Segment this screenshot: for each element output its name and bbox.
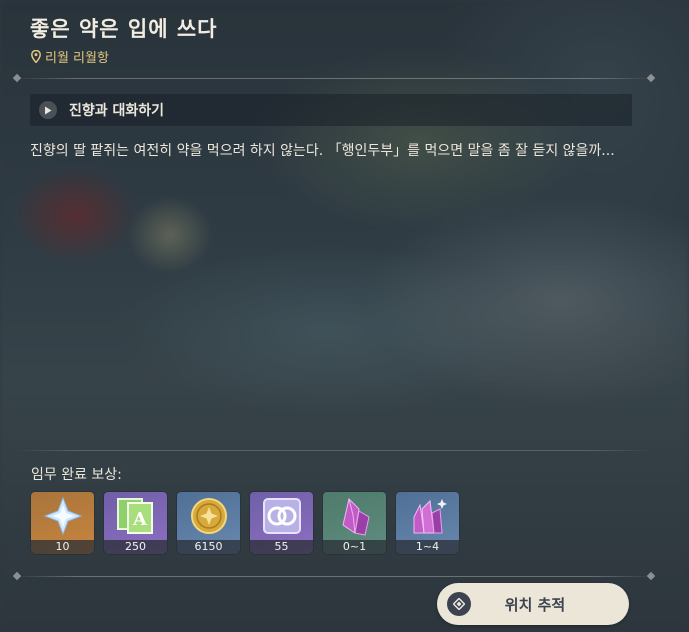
reward-count: 250 [104,540,167,554]
mora-icon [177,492,240,540]
reward-count: 55 [250,540,313,554]
objective-label: 진향과 대화하기 [69,103,165,119]
companionship-exp-icon [250,492,313,540]
reward-item[interactable]: A 250 [104,492,167,554]
reward-item[interactable]: 0~1 [323,492,386,554]
svg-text:A: A [132,509,148,530]
primogem-icon [31,492,94,540]
reward-item[interactable]: 1~4 [396,492,459,554]
divider-top [14,78,654,79]
divider-bottom [14,576,654,577]
track-location-button[interactable]: 위치 추적 [437,583,629,625]
quest-description: 진향의 딸 팥쥐는 여전히 약을 먹으려 하지 않는다. 「행인두부」를 먹으면… [30,143,615,159]
crystal-cluster-icon [396,492,459,540]
reward-count: 1~4 [396,540,459,554]
quest-location: 리월 리월항 [31,47,109,66]
rewards-list: 10 A 250 6150 55 0~1 1~4 [31,492,459,554]
reward-count: 0~1 [323,540,386,554]
play-icon [39,101,57,119]
quest-title: 좋은 약은 입에 쓰다 [30,17,218,41]
rewards-label: 임무 완료 보상: [31,467,122,483]
reward-item[interactable]: 55 [250,492,313,554]
divider-rewards [14,450,654,451]
reward-count: 6150 [177,540,240,554]
reward-item[interactable]: 10 [31,492,94,554]
crystal-chunk-icon [323,492,386,540]
quest-objective[interactable]: 진향과 대화하기 [30,94,632,126]
adventure-exp-icon: A [104,492,167,540]
location-label: 리월 리월항 [45,51,109,66]
waypoint-icon [447,592,471,616]
reward-count: 10 [31,540,94,554]
location-pin-icon [31,50,41,63]
track-location-label: 위치 추적 [504,595,566,614]
reward-item[interactable]: 6150 [177,492,240,554]
